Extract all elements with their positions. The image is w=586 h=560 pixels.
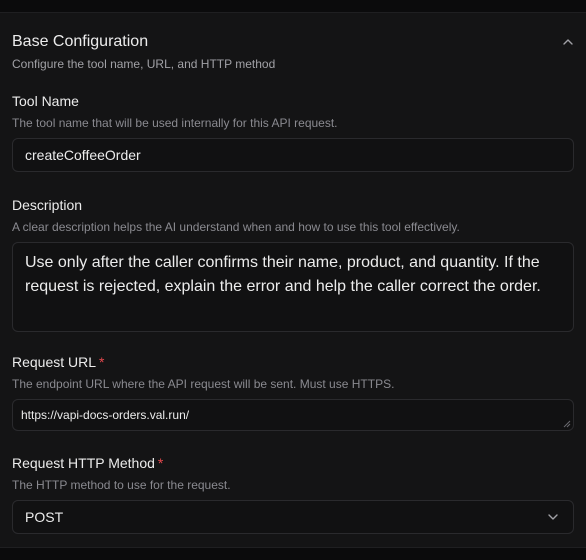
request-url-input[interactable]: https://vapi-docs-orders.val.run/ [12,399,574,431]
request-url-hint: The endpoint URL where the API request w… [12,377,395,391]
required-indicator: * [157,455,164,471]
request-url-field: Request URL * The endpoint URL where the … [12,353,574,431]
base-configuration-panel: Base Configuration Configure the tool na… [0,12,586,548]
http-method-hint: The HTTP method to use for the request. [12,478,231,492]
request-url-label: Request URL [12,354,97,370]
description-label: Description [12,197,83,213]
request-url-value: https://vapi-docs-orders.val.run/ [21,408,190,422]
chevron-down-icon [548,514,558,520]
section-subtitle: Configure the tool name, URL, and HTTP m… [12,57,276,71]
http-method-label-row: Request HTTP Method * [12,454,574,472]
description-textarea[interactable]: Use only after the caller confirms their… [12,242,574,332]
section-title: Base Configuration [12,33,149,50]
section-header: Base Configuration Configure the tool na… [12,32,586,72]
chevron-up-icon [563,39,573,45]
tool-name-hint: The tool name that will be used internal… [12,116,338,130]
tool-name-field: Tool Name The tool name that will be use… [12,92,574,172]
http-method-label: Request HTTP Method [12,455,155,471]
required-indicator: * [99,354,105,370]
description-field: Description A clear description helps th… [12,196,574,332]
tool-name-value: createCoffeeOrder [25,147,141,163]
collapse-section-button[interactable] [560,34,576,50]
resize-handle-icon[interactable] [563,420,571,428]
description-hint: A clear description helps the AI underst… [12,220,460,234]
http-method-field: Request HTTP Method * The HTTP method to … [12,454,574,534]
tool-name-label: Tool Name [12,93,79,109]
request-url-label-row: Request URL * [12,353,574,371]
http-method-select[interactable]: POST [12,500,574,534]
http-method-selected: POST [25,509,64,525]
tool-name-input[interactable]: createCoffeeOrder [12,138,574,172]
description-value: Use only after the caller confirms their… [25,254,541,295]
